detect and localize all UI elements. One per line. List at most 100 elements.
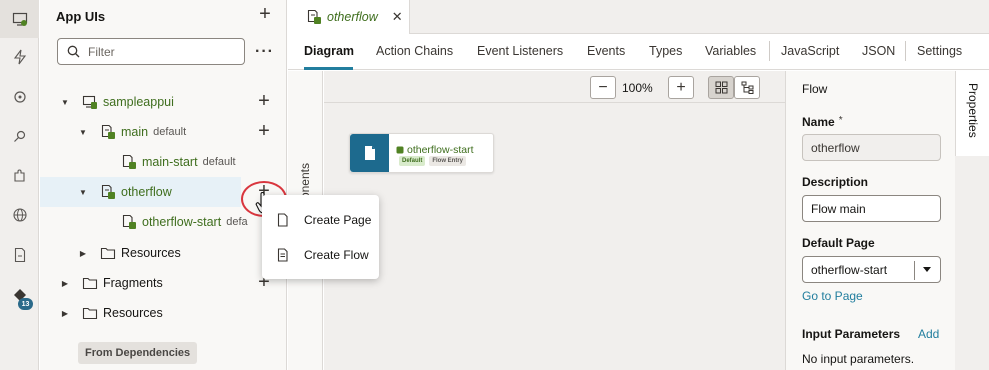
filter-input[interactable] — [88, 44, 238, 59]
tree-item-sampleappui[interactable]: ▼ sampleappui — [40, 87, 287, 117]
zoom-toolbar: − + — [324, 71, 785, 103]
app-ui-icon — [81, 93, 99, 111]
navigator-title: App UIs — [56, 9, 106, 24]
flow-icon — [274, 246, 292, 264]
tree-item-fragments[interactable]: ▶ Fragments — [40, 268, 287, 298]
flow-icon — [305, 8, 323, 26]
tab-settings[interactable]: Settings — [917, 44, 962, 58]
tree-sublabel: defa — [226, 216, 248, 228]
diagram-canvas[interactable] — [324, 71, 785, 370]
menu-item-label: Create Page — [304, 213, 372, 227]
create-page-menu-item[interactable]: Create Page — [262, 203, 379, 237]
add-app-ui-button[interactable]: + — [256, 4, 274, 24]
expanded-arrow-icon[interactable]: ▼ — [78, 128, 88, 137]
tab-json[interactable]: JSON — [862, 44, 895, 58]
add-parameter-link[interactable]: Add — [918, 327, 939, 341]
tree-sublabel: default — [153, 126, 187, 138]
grid-icon — [715, 81, 727, 94]
add-button[interactable]: + — [255, 91, 273, 111]
create-flow-menu-item[interactable]: Create Flow — [262, 238, 379, 272]
lightning-icon[interactable] — [0, 38, 39, 76]
name-label-text: Name — [802, 115, 835, 129]
expanded-arrow-icon[interactable]: ▼ — [60, 98, 70, 107]
app-uis-icon[interactable] — [0, 0, 39, 38]
globe-icon[interactable] — [0, 196, 39, 234]
no-parameters-text: No input parameters. — [802, 352, 915, 366]
tab-diagram[interactable]: Diagram — [304, 44, 354, 58]
search-icon — [67, 45, 80, 58]
hierarchy-icon — [741, 81, 753, 94]
expanded-arrow-icon[interactable]: ▼ — [78, 188, 88, 197]
properties-section-title: Flow — [802, 82, 828, 96]
tree-item-resources-inner[interactable]: ▶ Resources — [40, 238, 287, 268]
puzzle-icon[interactable] — [0, 157, 39, 195]
divider — [905, 41, 906, 61]
tab-action-chains[interactable]: Action Chains — [376, 44, 453, 58]
default-page-label: Default Page — [802, 236, 875, 250]
tab-events[interactable]: Events — [587, 44, 625, 58]
select-divider — [914, 261, 915, 280]
chevron-down-icon[interactable] — [923, 267, 931, 272]
input-parameters-label: Input Parameters — [802, 327, 901, 341]
start-badge-icon — [396, 146, 404, 154]
default-tag: Default — [399, 156, 426, 166]
collapsed-arrow-icon[interactable]: ▶ — [60, 279, 70, 288]
folder-icon — [81, 304, 99, 322]
default-page-select[interactable]: otherflow-start — [802, 256, 941, 283]
editor-subtabs: Diagram Action Chains Event Listeners Ev… — [288, 34, 989, 70]
tree-label: otherflow-start — [142, 215, 222, 229]
tab-types[interactable]: Types — [649, 44, 682, 58]
tab-javascript[interactable]: JavaScript — [781, 44, 839, 58]
tree-label: Resources — [103, 306, 163, 320]
flow-icon — [99, 183, 117, 201]
tree-item-resources[interactable]: ▶ Resources — [40, 298, 287, 328]
description-field[interactable]: Flow main — [802, 195, 941, 222]
page-icon — [120, 153, 138, 171]
tree-layout-button[interactable] — [734, 76, 760, 99]
tree-label: Fragments — [103, 276, 163, 290]
more-options-button[interactable]: ··· — [255, 43, 274, 61]
folder-icon — [81, 274, 99, 292]
grid-layout-button[interactable] — [708, 76, 734, 99]
menu-item-label: Create Flow — [304, 248, 369, 262]
zoom-out-button[interactable]: − — [590, 76, 616, 99]
required-mark: * — [838, 115, 843, 126]
collapsed-arrow-icon[interactable]: ▶ — [78, 249, 88, 258]
close-icon[interactable]: ✕ — [392, 9, 403, 25]
name-field: otherflow — [802, 134, 941, 161]
tab-variables[interactable]: Variables — [705, 44, 756, 58]
collapsed-arrow-icon[interactable]: ▶ — [60, 309, 70, 318]
tree-item-otherflow[interactable]: ▼ otherflow — [40, 177, 241, 207]
page-icon — [274, 211, 292, 229]
properties-rail: Properties — [955, 71, 989, 370]
tab-event-listeners[interactable]: Event Listeners — [477, 44, 563, 58]
flow-start-node[interactable]: otherflow-start Default Flow Entry — [349, 133, 494, 173]
tree-label: Resources — [121, 246, 181, 260]
go-to-page-link[interactable]: Go to Page — [802, 289, 863, 303]
activity-bar: 13 — [0, 0, 39, 370]
name-label: Name * — [802, 115, 843, 129]
plug-icon[interactable] — [0, 117, 39, 155]
zoom-in-button[interactable]: + — [668, 76, 694, 99]
tree-item-main-start[interactable]: main-start default — [40, 147, 287, 177]
tree-label: otherflow — [121, 185, 172, 199]
git-icon[interactable]: 13 — [0, 276, 39, 314]
tree-sublabel: default — [202, 156, 236, 168]
tree-label: main-start — [142, 155, 198, 169]
tab-otherflow[interactable]: otherflow ✕ — [288, 0, 410, 34]
tab-label: otherflow — [327, 10, 378, 24]
description-label: Description — [802, 175, 869, 189]
add-button[interactable]: + — [255, 121, 273, 141]
properties-tab[interactable]: Properties — [955, 71, 989, 156]
node-title-text: otherflow-start — [407, 144, 474, 156]
node-tags: Default Flow Entry — [399, 156, 467, 166]
create-popup-menu: Create Page Create Flow — [262, 195, 379, 279]
filter-field[interactable] — [57, 38, 245, 65]
tree-label: sampleappui — [103, 95, 174, 109]
service-icon[interactable] — [0, 78, 39, 116]
document-icon[interactable] — [0, 236, 39, 274]
from-dependencies-button[interactable]: From Dependencies — [78, 342, 198, 364]
tree-item-main[interactable]: ▼ main default — [40, 117, 287, 147]
divider — [769, 41, 770, 61]
page-icon — [120, 213, 138, 231]
